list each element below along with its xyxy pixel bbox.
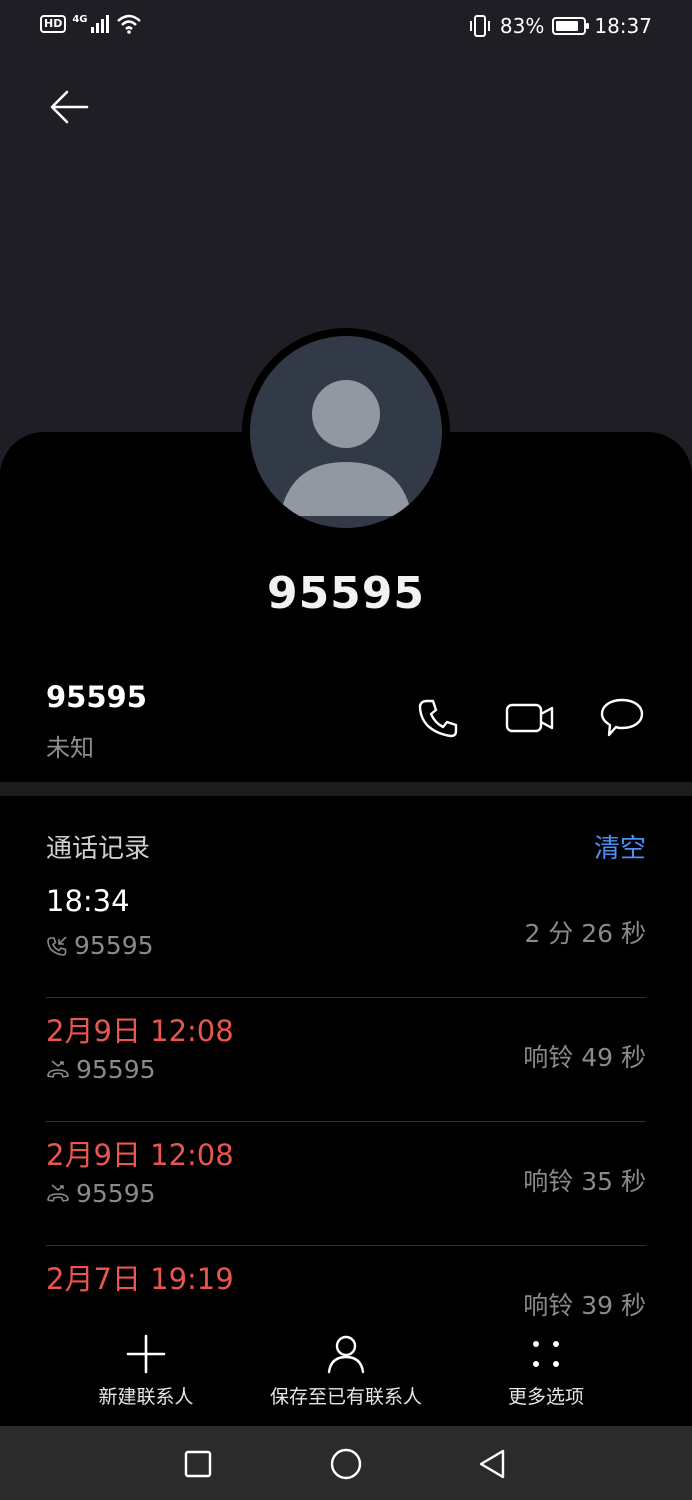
more-options-label: 更多选项	[507, 1386, 584, 1408]
missed-call-icon	[47, 1059, 69, 1078]
call-log-title: 通话记录	[46, 834, 151, 864]
section-divider	[0, 782, 692, 796]
call-number: 95595	[74, 931, 154, 960]
phone-number[interactable]: 95595	[46, 680, 147, 714]
call-time: 2月9日 12:08	[46, 1138, 234, 1172]
recents-button[interactable]	[176, 1442, 220, 1486]
system-nav-bar	[0, 1426, 692, 1500]
new-contact-label: 新建联系人	[98, 1386, 194, 1408]
back-button[interactable]	[42, 80, 96, 134]
circle-icon	[330, 1448, 362, 1480]
plus-icon	[126, 1334, 166, 1374]
vibrate-icon	[469, 15, 490, 37]
battery-level	[556, 21, 579, 31]
call-number: 95595	[76, 1179, 156, 1208]
missed-call-icon	[47, 1183, 69, 1202]
call-log-row[interactable]: 18:34 95595 2 分 26 秒	[46, 874, 646, 998]
call-log-row[interactable]: 2月9日 12:08 95595 响铃 35 秒	[46, 1122, 646, 1246]
video-call-button[interactable]	[502, 692, 558, 744]
call-log-row[interactable]: 2月9日 12:08 95595 响铃 49 秒	[46, 998, 646, 1122]
save-to-existing-button[interactable]: 保存至已有联系人	[262, 1334, 430, 1409]
call-time: 18:34	[46, 884, 130, 918]
person-silhouette-icon	[280, 380, 412, 516]
arrow-left-icon	[50, 90, 89, 124]
call-time: 2月9日 12:08	[46, 1014, 234, 1048]
incoming-call-icon	[47, 935, 67, 956]
status-bar: HD 4G 83% 18:37	[0, 0, 692, 54]
battery-icon	[552, 17, 590, 35]
call-duration: 响铃 39 秒	[523, 1291, 646, 1320]
new-contact-button[interactable]: 新建联系人	[92, 1334, 200, 1409]
hd-badge: HD	[40, 15, 67, 33]
call-number: 95595	[76, 1055, 156, 1084]
more-dots-icon	[533, 1341, 559, 1367]
avatar	[250, 336, 442, 528]
network-type: 4G	[72, 13, 88, 25]
message-icon	[600, 698, 644, 737]
phone-icon	[418, 699, 458, 738]
signal-icon	[90, 15, 109, 33]
battery-percent: 83%	[499, 14, 545, 38]
more-options-button[interactable]: 更多选项	[496, 1334, 596, 1409]
call-duration: 响铃 35 秒	[523, 1167, 646, 1196]
save-to-existing-label: 保存至已有联系人	[269, 1386, 422, 1408]
call-duration: 2 分 26 秒	[524, 919, 646, 948]
clear-button[interactable]: 清空	[594, 828, 646, 865]
call-button[interactable]	[410, 692, 466, 744]
bottom-toolbar: 新建联系人 保存至已有联系人 更多选项	[0, 1318, 692, 1426]
square-icon	[184, 1450, 212, 1478]
clock: 18:37	[594, 14, 652, 38]
video-call-icon	[505, 703, 554, 733]
message-button[interactable]	[594, 692, 650, 744]
back-nav-button[interactable]	[470, 1442, 514, 1486]
number-type: 未知	[46, 734, 94, 762]
call-duration: 响铃 49 秒	[523, 1043, 646, 1072]
triangle-back-icon	[479, 1449, 505, 1479]
home-button[interactable]	[324, 1442, 368, 1486]
wifi-icon	[116, 14, 141, 34]
contact-title: 95595	[266, 568, 426, 619]
call-time: 2月7日 19:19	[46, 1262, 234, 1296]
person-icon	[327, 1335, 365, 1374]
